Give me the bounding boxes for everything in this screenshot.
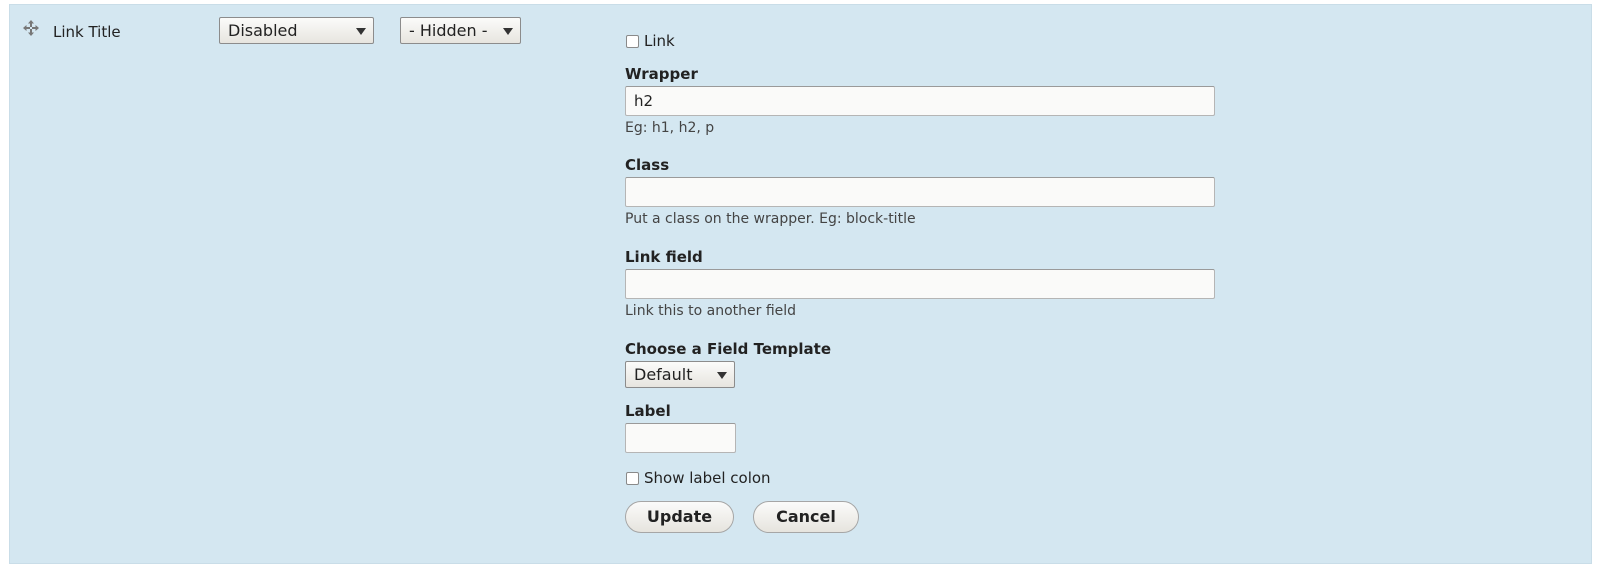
link-field-input[interactable] — [625, 269, 1215, 299]
cancel-button[interactable]: Cancel — [753, 501, 859, 533]
field-row-title: Link Title — [53, 23, 121, 41]
show-label-colon-label: Show label colon — [644, 469, 771, 487]
show-label-colon-checkbox[interactable] — [626, 472, 639, 485]
field-template-select[interactable]: Default — [625, 361, 735, 388]
link-field-label: Link field — [625, 248, 703, 266]
class-label: Class — [625, 156, 670, 174]
format-select-value: Disabled — [228, 21, 298, 40]
field-template-select-value: Default — [634, 365, 693, 384]
field-settings-panel: Link Title Disabled - Hidden - Link Wrap… — [9, 4, 1592, 564]
chevron-down-icon — [503, 28, 513, 35]
chevron-down-icon — [717, 372, 727, 379]
chevron-down-icon — [356, 28, 366, 35]
class-input[interactable] — [625, 177, 1215, 207]
class-description: Put a class on the wrapper. Eg: block-ti… — [625, 211, 916, 227]
wrapper-description: Eg: h1, h2, p — [625, 120, 715, 136]
link-field-description: Link this to another field — [625, 303, 797, 319]
wrapper-label: Wrapper — [625, 65, 698, 83]
wrapper-input[interactable]: h2 — [625, 86, 1215, 116]
link-checkbox-label: Link — [644, 32, 675, 50]
label-input[interactable] — [625, 423, 736, 453]
field-template-label: Choose a Field Template — [625, 340, 832, 358]
wrapper-input-value: h2 — [634, 92, 654, 110]
move-cross-arrows-icon[interactable] — [23, 20, 39, 36]
update-button[interactable]: Update — [625, 501, 734, 533]
label-display-select-value: - Hidden - — [409, 21, 488, 40]
format-select[interactable]: Disabled — [219, 17, 374, 44]
label-field-label: Label — [625, 402, 671, 420]
link-checkbox[interactable] — [626, 35, 639, 48]
label-display-select[interactable]: - Hidden - — [400, 17, 521, 44]
